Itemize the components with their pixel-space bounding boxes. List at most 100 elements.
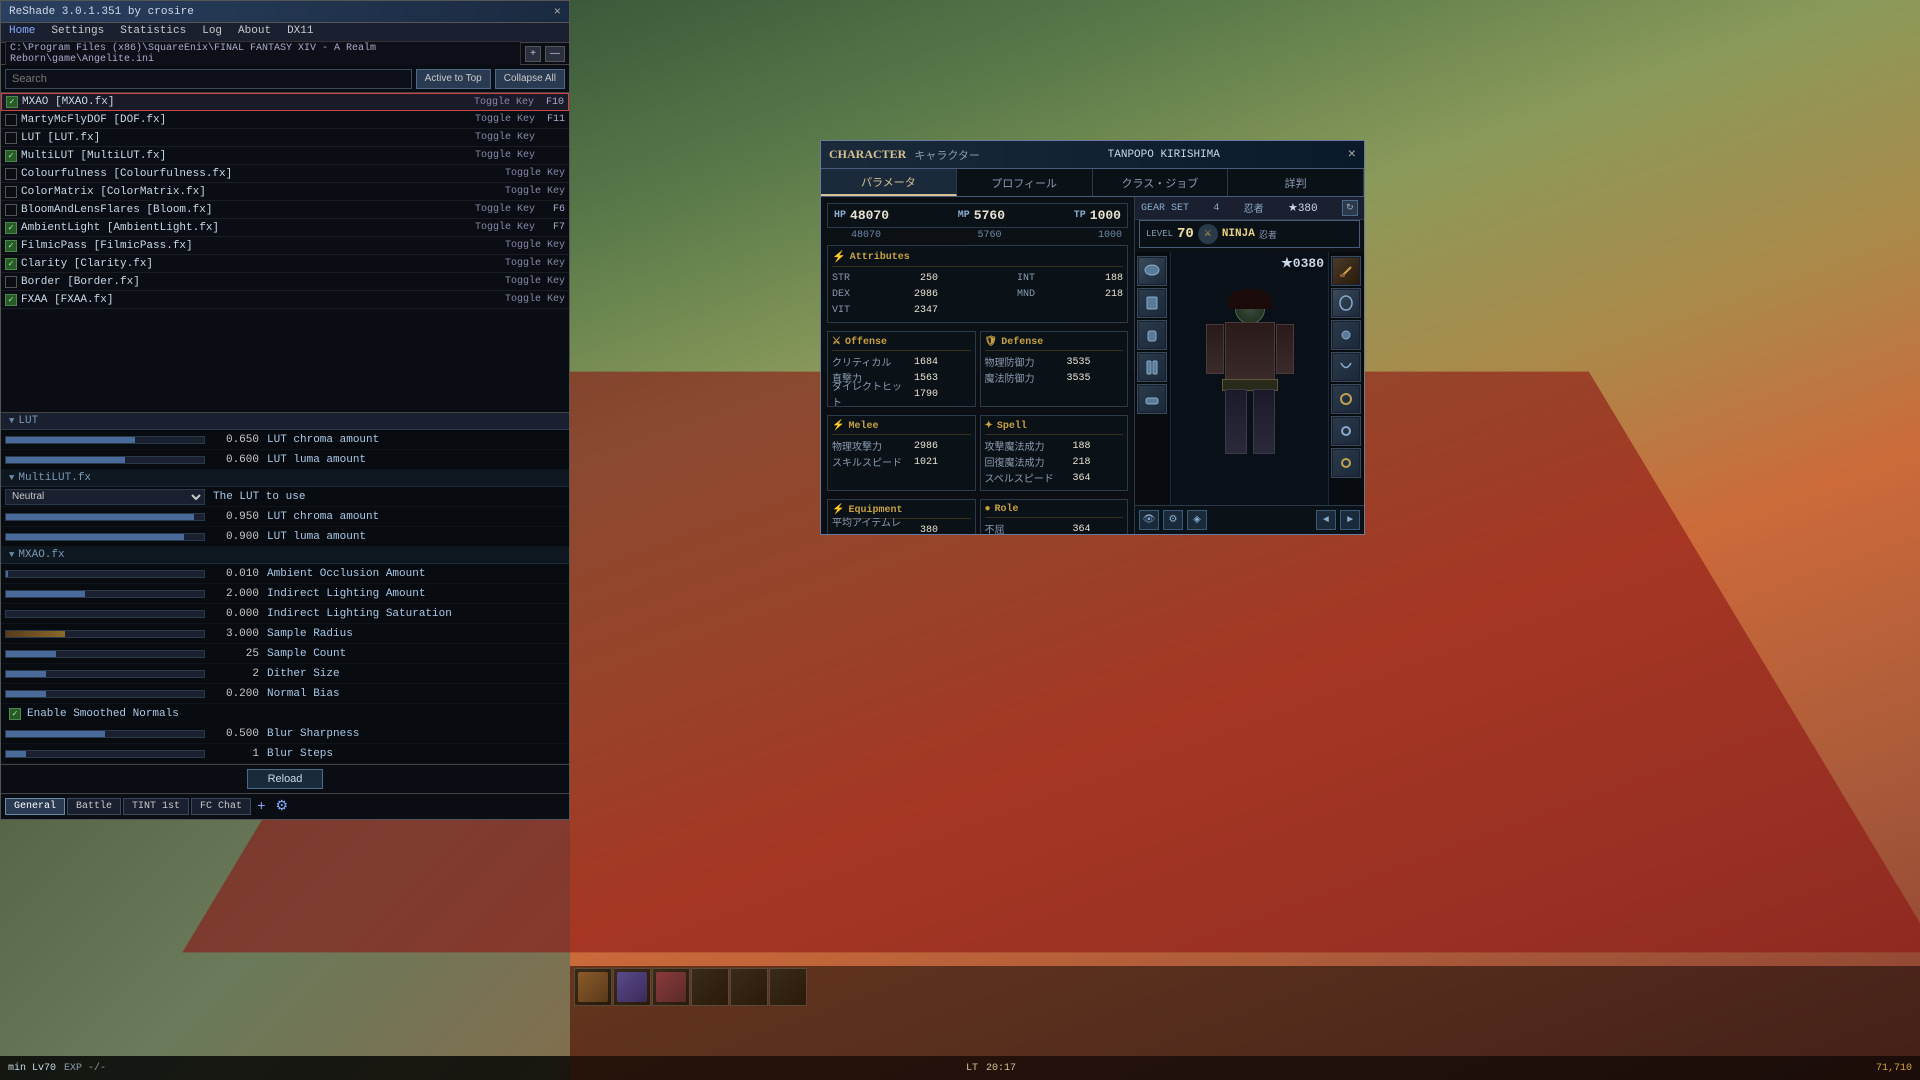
- mxao-ao-amount-slider[interactable]: [5, 570, 205, 578]
- shader-item-clarity[interactable]: Clarity [Clarity.fx] Toggle Key: [1, 255, 569, 273]
- char-gear-body: ★0380: [1135, 252, 1364, 505]
- char-action-next[interactable]: ►: [1340, 510, 1360, 530]
- mxao-sample-radius-label: Sample Radius: [259, 628, 565, 640]
- filepath-remove-btn[interactable]: —: [545, 46, 565, 62]
- shader-checkbox-lut[interactable]: [5, 132, 17, 144]
- reload-btn[interactable]: Reload: [247, 769, 324, 789]
- hotbar-slot-2[interactable]: [613, 968, 651, 1006]
- mxao-indirect-sat-slider[interactable]: [5, 610, 205, 618]
- mxao-sample-radius-slider[interactable]: [5, 630, 205, 638]
- gear-slot-necklace[interactable]: [1331, 352, 1361, 382]
- shader-item-marty[interactable]: MartyMcFlyDOF [DOF.fx] Toggle Key F11: [1, 111, 569, 129]
- shader-item-fxaa[interactable]: FXAA [FXAA.fx] Toggle Key: [1, 291, 569, 309]
- mxao-blur-steps-slider[interactable]: [5, 750, 205, 758]
- tab-tint[interactable]: TINT 1st: [123, 798, 189, 815]
- mxao-sample-count-slider[interactable]: [5, 650, 205, 658]
- gear-slot-head[interactable]: [1137, 256, 1167, 286]
- shader-item-colormatrix[interactable]: ColorMatrix [ColorMatrix.fx] Toggle Key: [1, 183, 569, 201]
- menu-dx11[interactable]: DX11: [283, 25, 317, 40]
- char-action-materia[interactable]: ◈: [1187, 510, 1207, 530]
- mxao-section-header[interactable]: ▼ MXAO.fx: [1, 547, 569, 564]
- shader-checkbox-multilut[interactable]: [5, 150, 17, 162]
- hotbar-slot-4[interactable]: [691, 968, 729, 1006]
- shader-item-border[interactable]: Border [Border.fx] Toggle Key: [1, 273, 569, 291]
- char-tab-profile[interactable]: プロフィール: [957, 169, 1093, 196]
- char-tab-detail[interactable]: 詳判: [1228, 169, 1364, 196]
- char-action-prev[interactable]: ◄: [1316, 510, 1336, 530]
- gear-slot-earring[interactable]: [1331, 320, 1361, 350]
- defense-magic-name: 魔法防御力: [985, 370, 1055, 386]
- gear-slot-mainhand[interactable]: [1331, 256, 1361, 286]
- gear-slot-mainhand-icon: [1333, 258, 1359, 284]
- tab-fc-chat[interactable]: FC Chat: [191, 798, 251, 815]
- menu-settings[interactable]: Settings: [47, 25, 108, 40]
- tab-general[interactable]: General: [5, 798, 65, 815]
- shader-item-lut[interactable]: LUT [LUT.fx] Toggle Key: [1, 129, 569, 147]
- hotbar-slot-6[interactable]: [769, 968, 807, 1006]
- shader-item-colourfulness[interactable]: Colourfulness [Colourfulness.fx] Toggle …: [1, 165, 569, 183]
- mxao-blur-sharpness-row: 0.500 Blur Sharpness: [1, 724, 569, 744]
- shader-item-mxao[interactable]: MXAO [MXAO.fx] Toggle Key F10: [1, 93, 569, 111]
- shader-checkbox-ambient[interactable]: [5, 222, 17, 234]
- shader-checkbox-colourfulness[interactable]: [5, 168, 17, 180]
- mxao-blur-sharpness-slider[interactable]: [5, 730, 205, 738]
- offense-defense-container: ⚔ Offense クリティカル 1684 直撃力 1563 ダイレクトヒット …: [827, 331, 1128, 411]
- gear-slot-hands[interactable]: [1137, 320, 1167, 350]
- char-tab-jobs[interactable]: クラス・ジョブ: [1093, 169, 1229, 196]
- tab-battle[interactable]: Battle: [67, 798, 121, 815]
- multilut-section-header[interactable]: ▼ MultiLUT.fx: [1, 470, 569, 487]
- gear-slot-offhand[interactable]: [1331, 288, 1361, 318]
- hotbar-slot-5[interactable]: [730, 968, 768, 1006]
- shader-checkbox-bloom[interactable]: [5, 204, 17, 216]
- char-close-btn[interactable]: ×: [1348, 147, 1356, 163]
- shader-checkbox-mxao[interactable]: [6, 96, 18, 108]
- search-input[interactable]: [5, 69, 412, 89]
- char-action-examine[interactable]: 👁: [1139, 510, 1159, 530]
- filepath-add-btn[interactable]: +: [525, 46, 541, 62]
- multilut-preset-select[interactable]: Neutral: [5, 489, 205, 505]
- lut-luma-slider[interactable]: [5, 456, 205, 464]
- gear-slot-ring1[interactable]: [1331, 416, 1361, 446]
- menu-statistics[interactable]: Statistics: [116, 25, 190, 40]
- shader-checkbox-filmic[interactable]: [5, 240, 17, 252]
- gear-slot-bracelet[interactable]: [1331, 384, 1361, 414]
- menu-log[interactable]: Log: [198, 25, 226, 40]
- shader-checkbox-border[interactable]: [5, 276, 17, 288]
- equip-ilvl-name: 平均アイテムレベル: [832, 514, 902, 534]
- char-tab-params[interactable]: パラメータ: [821, 169, 957, 196]
- mp-value: 5760: [974, 208, 1005, 223]
- lut-chroma-slider[interactable]: [5, 436, 205, 444]
- char-action-link[interactable]: ⚙: [1163, 510, 1183, 530]
- collapse-all-btn[interactable]: Collapse All: [495, 69, 565, 89]
- reshade-close-btn[interactable]: ×: [554, 5, 561, 19]
- menu-home[interactable]: Home: [5, 25, 39, 40]
- hotbar-slot-3[interactable]: [652, 968, 690, 1006]
- shader-item-multilut[interactable]: MultiLUT [MultiLUT.fx] Toggle Key: [1, 147, 569, 165]
- shader-checkbox-colormatrix[interactable]: [5, 186, 17, 198]
- gear-refresh-btn[interactable]: ↻: [1342, 200, 1358, 216]
- resource-max-row: 48070 5760 1000: [827, 230, 1128, 241]
- shader-item-filmic[interactable]: FilmicPass [FilmicPass.fx] Toggle Key: [1, 237, 569, 255]
- active-top-btn[interactable]: Active to Top: [416, 69, 491, 89]
- gear-slot-legs[interactable]: [1137, 352, 1167, 382]
- gear-slot-ring2[interactable]: [1331, 448, 1361, 478]
- multilut-chroma-slider[interactable]: [5, 513, 205, 521]
- tab-settings-btn[interactable]: ⚙: [271, 798, 292, 815]
- shader-checkbox-clarity[interactable]: [5, 258, 17, 270]
- mxao-dither-size-slider[interactable]: [5, 670, 205, 678]
- mxao-normal-bias-slider[interactable]: [5, 690, 205, 698]
- gear-slot-body[interactable]: [1137, 288, 1167, 318]
- shader-item-ambient[interactable]: AmbientLight [AmbientLight.fx] Toggle Ke…: [1, 219, 569, 237]
- gear-set-number: 4: [1213, 203, 1219, 214]
- smoothed-normals-checkbox[interactable]: [9, 708, 21, 720]
- menu-about[interactable]: About: [234, 25, 275, 40]
- spell-heal-val: 218: [1055, 457, 1091, 468]
- shader-checkbox-marty[interactable]: [5, 114, 17, 126]
- shader-checkbox-fxaa[interactable]: [5, 294, 17, 306]
- tab-add-btn[interactable]: +: [253, 799, 269, 815]
- gear-slot-feet[interactable]: [1137, 384, 1167, 414]
- hotbar-slot-1[interactable]: [574, 968, 612, 1006]
- mxao-indirect-amount-slider[interactable]: [5, 590, 205, 598]
- shader-item-bloom[interactable]: BloomAndLensFlares [Bloom.fx] Toggle Key…: [1, 201, 569, 219]
- multilut-luma-slider[interactable]: [5, 533, 205, 541]
